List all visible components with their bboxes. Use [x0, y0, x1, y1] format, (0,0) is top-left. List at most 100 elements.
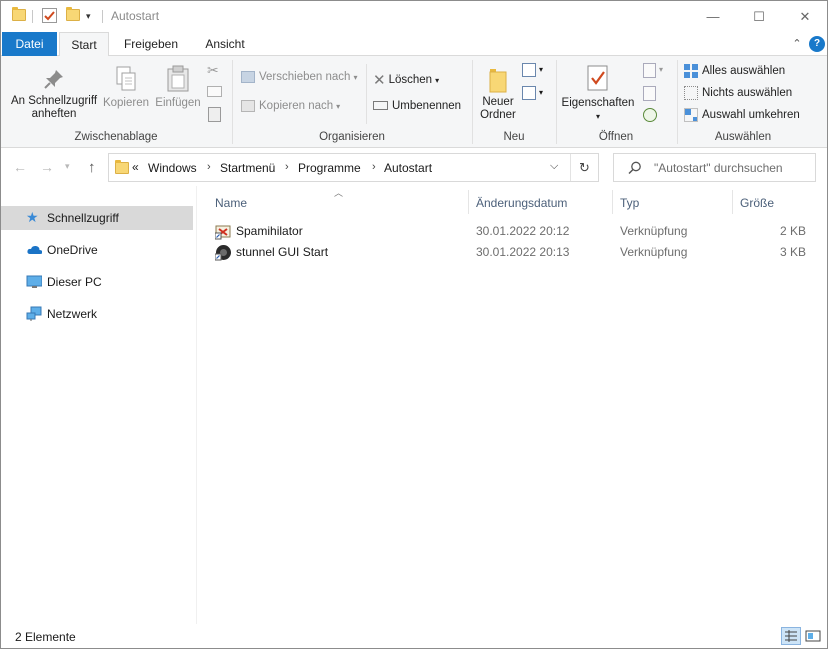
chevron-down-icon[interactable]: ▾	[539, 65, 543, 74]
rename-button[interactable]: Umbenennen	[373, 100, 461, 112]
details-view-button[interactable]	[781, 627, 801, 645]
select-none-label: Nichts auswählen	[702, 87, 793, 100]
search-box[interactable]: "Autostart" durchsuchen	[613, 153, 816, 182]
nav-item-network[interactable]: Netzwerk	[1, 302, 193, 326]
search-placeholder: "Autostart" durchsuchen	[654, 161, 783, 175]
breadcrumb-chevron-icon[interactable]: ›	[372, 161, 376, 173]
chevron-down-icon[interactable]: ▾	[539, 88, 543, 97]
up-arrow-icon[interactable]: ↑	[88, 159, 96, 176]
divider	[102, 10, 103, 23]
column-header-name[interactable]: Name	[215, 196, 247, 210]
file-date: 30.01.2022 20:12	[476, 224, 570, 238]
nav-item-quick-access[interactable]: ★ Schnellzugriff	[1, 206, 193, 230]
properties-button[interactable]: Eigenschaften ▾	[559, 64, 637, 123]
cloud-icon	[27, 245, 42, 254]
window-title: Autostart	[111, 9, 160, 23]
column-divider[interactable]	[468, 190, 469, 214]
breadcrumb-chevron-icon[interactable]: ›	[207, 161, 211, 173]
new-folder-quick-icon[interactable]	[66, 7, 80, 21]
minimize-button[interactable]: —	[690, 1, 736, 32]
file-type: Verknüpfung	[620, 224, 688, 238]
paste-shortcut-icon[interactable]	[208, 107, 221, 122]
customize-toolbar-icon[interactable]: ▾	[86, 11, 91, 22]
paste-button[interactable]: Einfügen	[152, 65, 204, 110]
select-none-button[interactable]: Nichts auswählen	[684, 86, 792, 100]
help-icon[interactable]: ?	[809, 36, 825, 52]
properties-label: Eigenschaften	[561, 97, 635, 109]
file-row[interactable]: stunnel GUI Start 30.01.2022 20:13 Verkn…	[211, 242, 811, 262]
copy-label: Kopieren	[102, 97, 150, 109]
easy-access-icon[interactable]	[522, 86, 536, 100]
file-size: 3 KB	[779, 245, 806, 259]
column-divider[interactable]	[732, 190, 733, 214]
properties-quick-icon[interactable]	[42, 8, 57, 23]
status-bar: 2 Elemente	[1, 624, 827, 648]
explorer-window: ▾ Autostart — ☐ ✕ Datei Start Freigeben …	[0, 0, 828, 649]
copy-to-label: Kopieren nach	[259, 100, 334, 113]
new-item-icon[interactable]	[522, 63, 536, 77]
address-bar[interactable]: « Windows › Startmenü › Programme › Auto…	[108, 153, 599, 182]
history-icon[interactable]	[643, 108, 657, 122]
select-all-button[interactable]: Alles auswählen	[684, 64, 785, 78]
edit-icon[interactable]	[643, 86, 656, 101]
forward-arrow-icon[interactable]: →	[40, 159, 54, 175]
breadcrumb-overflow[interactable]: «	[132, 160, 139, 174]
chevron-down-icon: ▾	[595, 112, 600, 121]
back-arrow-icon[interactable]: ←	[13, 159, 27, 175]
copy-button[interactable]: Kopieren	[101, 65, 151, 110]
file-list: ︿ Name Änderungsdatum Typ Größe Spamihil…	[196, 186, 827, 624]
breadcrumb-autostart[interactable]: Autostart	[384, 161, 432, 175]
delete-x-icon: ✕	[373, 72, 386, 89]
search-icon	[628, 161, 641, 175]
breadcrumb-startmenu[interactable]: Startmenü	[220, 161, 275, 175]
column-header-type[interactable]: Typ	[620, 196, 639, 210]
breadcrumb-programme[interactable]: Programme	[298, 161, 361, 175]
breadcrumb-chevron-icon[interactable]: ›	[285, 161, 289, 173]
group-label-new: Neu	[503, 131, 525, 143]
stunnel-shortcut-icon	[215, 245, 231, 261]
group-label-select: Auswählen	[714, 131, 772, 143]
tab-view[interactable]: Ansicht	[191, 32, 259, 56]
tab-start[interactable]: Start	[59, 32, 109, 57]
nav-item-onedrive[interactable]: OneDrive	[1, 238, 193, 262]
maximize-button[interactable]: ☐	[736, 1, 782, 32]
refresh-icon[interactable]: ↻	[579, 160, 590, 176]
navigation-bar: ← → ▾ ↑ « Windows › Startmenü › Programm…	[1, 148, 827, 186]
new-folder-button[interactable]: Neuer Ordner	[475, 65, 521, 122]
column-header-date[interactable]: Änderungsdatum	[476, 196, 567, 210]
close-button[interactable]: ✕	[782, 1, 827, 32]
clipboard-icon	[167, 65, 189, 92]
select-all-icon	[684, 64, 698, 78]
new-folder-icon	[489, 69, 507, 93]
invert-selection-button[interactable]: Auswahl umkehren	[684, 108, 800, 122]
properties-icon	[587, 65, 608, 91]
tab-share[interactable]: Freigeben	[115, 32, 187, 56]
file-row[interactable]: Spamihilator 30.01.2022 20:12 Verknüpfun…	[211, 221, 811, 241]
divider	[366, 64, 367, 124]
pin-quick-access-button[interactable]: An Schnellzugriff anheften	[6, 67, 102, 121]
large-icons-view-icon	[805, 630, 821, 642]
copy-to-button[interactable]: Kopieren nach ▾	[241, 100, 340, 112]
nav-item-this-pc[interactable]: Dieser PC	[1, 270, 193, 294]
select-none-icon	[684, 86, 698, 100]
breadcrumb-windows[interactable]: Windows	[148, 161, 197, 175]
divider	[570, 154, 571, 181]
column-divider[interactable]	[612, 190, 613, 214]
chevron-down-icon[interactable]: ▾	[659, 65, 663, 74]
large-icons-view-button[interactable]	[803, 627, 823, 645]
address-history-chevron-icon[interactable]: ⌵	[550, 160, 558, 173]
paste-label: Einfügen	[155, 97, 201, 109]
tab-file[interactable]: Datei	[2, 32, 57, 56]
chevron-down-icon: ▾	[336, 102, 341, 112]
open-icon[interactable]	[643, 63, 656, 78]
move-to-button[interactable]: Verschieben nach ▾	[241, 71, 357, 83]
recent-locations-chevron-icon[interactable]: ▾	[65, 161, 70, 172]
pin-icon	[44, 70, 63, 89]
cut-icon[interactable]: ✂	[207, 62, 219, 79]
copy-path-icon[interactable]	[207, 86, 222, 97]
delete-button[interactable]: ✕ Löschen ▾	[373, 71, 439, 89]
item-count: 2 Elemente	[15, 630, 76, 644]
folder-icon	[115, 160, 129, 174]
collapse-ribbon-icon[interactable]: ⌃	[789, 36, 805, 52]
column-header-size[interactable]: Größe	[740, 196, 774, 210]
